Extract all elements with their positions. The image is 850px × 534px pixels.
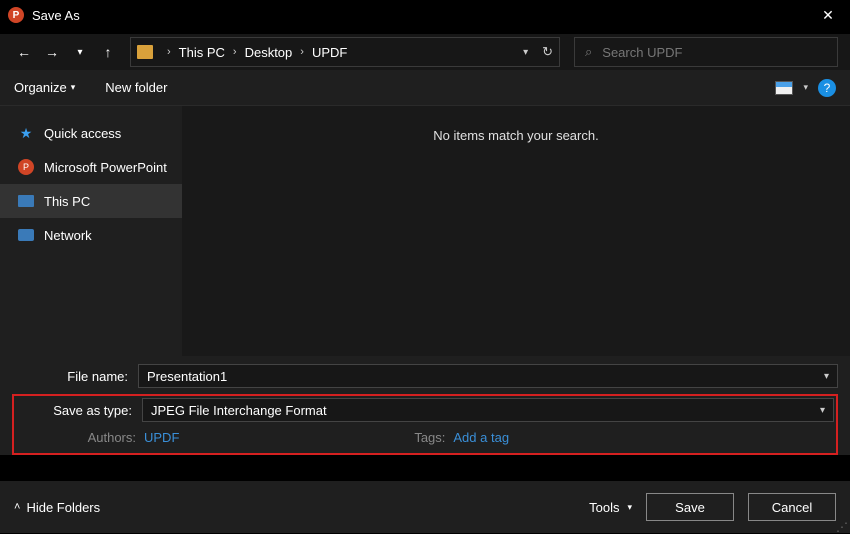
dropdown-icon[interactable]: ▾ xyxy=(523,47,528,58)
navigation-bar: ← → ▾ ↑ › This PC › Desktop › UPDF ▾ ↻ ⌕… xyxy=(0,34,850,70)
chevron-down-icon[interactable]: ▾ xyxy=(803,82,808,93)
footer: ˄ Hide Folders Tools ▾ Save Cancel xyxy=(0,481,850,533)
search-input[interactable]: ⌕ Search UPDF xyxy=(574,37,838,67)
refresh-button[interactable]: ↻ xyxy=(542,44,553,60)
folder-icon xyxy=(137,45,153,59)
authors-label: Authors: xyxy=(76,430,136,445)
cancel-button[interactable]: Cancel xyxy=(748,493,836,521)
file-list-area: No items match your search. xyxy=(182,106,850,356)
breadcrumb-segment[interactable]: UPDF xyxy=(310,45,349,60)
sidebar-item-label: Network xyxy=(44,228,92,243)
back-button[interactable]: ← xyxy=(12,40,36,64)
organize-menu[interactable]: Organize ▾ xyxy=(14,80,75,95)
save-type-select[interactable]: JPEG File Interchange Format ▾ xyxy=(142,398,834,422)
tools-menu[interactable]: Tools ▾ xyxy=(589,500,632,515)
save-form: File name: Presentation1 ▾ Save as type:… xyxy=(0,356,850,455)
powerpoint-icon: P xyxy=(18,159,34,175)
new-folder-button[interactable]: New folder xyxy=(105,80,167,95)
sidebar-item-powerpoint[interactable]: P Microsoft PowerPoint xyxy=(0,150,182,184)
hide-folders-toggle[interactable]: ˄ Hide Folders xyxy=(14,500,100,515)
chevron-icon: › xyxy=(161,46,177,58)
body-area: ★ Quick access P Microsoft PowerPoint Th… xyxy=(0,106,850,356)
chevron-down-icon: ▾ xyxy=(627,502,632,513)
authors-value[interactable]: UPDF xyxy=(144,430,179,445)
sidebar-item-network[interactable]: Network xyxy=(0,218,182,252)
window-title: Save As xyxy=(32,8,80,23)
pc-icon xyxy=(18,193,34,209)
search-icon: ⌕ xyxy=(585,44,592,60)
close-button[interactable]: ✕ xyxy=(806,0,850,30)
save-type-value: JPEG File Interchange Format xyxy=(151,403,327,418)
resize-grip[interactable]: ⋰ xyxy=(836,523,848,531)
save-type-label: Save as type: xyxy=(16,403,142,418)
sidebar-item-quick-access[interactable]: ★ Quick access xyxy=(0,116,182,150)
save-button[interactable]: Save xyxy=(646,493,734,521)
tags-value[interactable]: Add a tag xyxy=(453,430,509,445)
tags-label: Tags: xyxy=(405,430,445,445)
filename-input[interactable]: Presentation1 ▾ xyxy=(138,364,838,388)
chevron-up-icon: ˄ xyxy=(14,501,20,513)
filename-label: File name: xyxy=(12,369,138,384)
titlebar: P Save As ✕ xyxy=(0,0,850,30)
recent-dropdown[interactable]: ▾ xyxy=(68,40,92,64)
sidebar-item-label: Quick access xyxy=(44,126,121,141)
breadcrumb-segment[interactable]: This PC xyxy=(177,45,227,60)
up-button[interactable]: ↑ xyxy=(96,40,120,64)
breadcrumb-segment[interactable]: Desktop xyxy=(243,45,295,60)
sidebar-item-this-pc[interactable]: This PC xyxy=(0,184,182,218)
sidebar-item-label: This PC xyxy=(44,194,90,209)
help-button[interactable]: ? xyxy=(818,79,836,97)
chevron-down-icon: ▾ xyxy=(824,371,829,382)
organize-label: Organize xyxy=(14,80,67,95)
toolbar: Organize ▾ New folder ▾ ? xyxy=(0,70,850,106)
chevron-icon: › xyxy=(294,46,310,58)
sidebar-item-label: Microsoft PowerPoint xyxy=(44,160,167,175)
highlight-annotation: Save as type: JPEG File Interchange Form… xyxy=(12,394,838,455)
view-mode-icon[interactable] xyxy=(775,81,793,95)
sidebar: ★ Quick access P Microsoft PowerPoint Th… xyxy=(0,106,182,356)
chevron-down-icon: ▾ xyxy=(820,405,825,416)
empty-message: No items match your search. xyxy=(433,128,598,356)
star-icon: ★ xyxy=(18,125,34,141)
chevron-icon: › xyxy=(227,46,243,58)
tools-label: Tools xyxy=(589,500,619,515)
search-placeholder: Search UPDF xyxy=(602,45,682,60)
hide-folders-label: Hide Folders xyxy=(26,500,100,515)
breadcrumb-bar[interactable]: › This PC › Desktop › UPDF ▾ ↻ xyxy=(130,37,560,67)
powerpoint-app-icon: P xyxy=(8,7,24,23)
forward-button[interactable]: → xyxy=(40,40,64,64)
network-icon xyxy=(18,227,34,243)
filename-value: Presentation1 xyxy=(147,369,227,384)
chevron-down-icon: ▾ xyxy=(71,82,76,93)
